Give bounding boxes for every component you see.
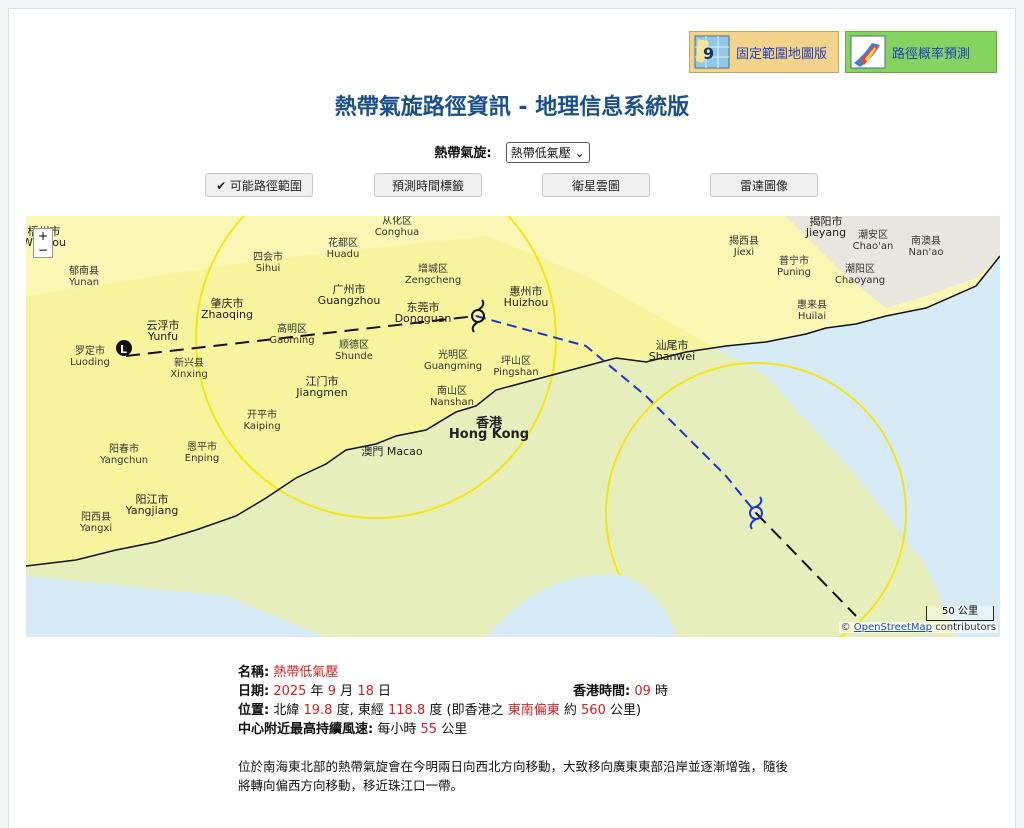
- month-unit: 月: [340, 684, 354, 699]
- zoom-out-button[interactable]: −: [34, 243, 52, 257]
- position-label: 位置:: [238, 703, 270, 718]
- place-label: 东莞市 Dongguan: [394, 301, 452, 325]
- wind-label: 中心附近最高持續風速:: [238, 722, 374, 737]
- satellite-image-label: 衛星雲圖: [571, 178, 620, 193]
- hk-time-label: 香港時間:: [573, 684, 631, 699]
- place-label: 惠州市 Huizhou: [503, 285, 549, 309]
- zoom-control: + −: [33, 228, 53, 258]
- attribution-tail: contributors: [935, 622, 996, 633]
- page-container: 9 固定範圍地圖版 路徑概率預測 熱帶氣旋路徑資訊 - 地理信息系統版 熱帶氣旋…: [8, 8, 1016, 828]
- place-label: 新兴县 Xinxing: [170, 358, 208, 380]
- map-attribution: © OpenStreetMap contributors: [838, 622, 998, 633]
- date-year: 2025: [273, 684, 307, 699]
- fixed-map-icon: 9: [694, 35, 730, 69]
- forecast-description: 位於南海東北部的熱帶氣旋會在今明兩日向西北方向移動，大致移向廣東東部沿岸並逐漸增…: [238, 759, 789, 793]
- longitude: 118.8: [388, 703, 426, 718]
- page-title: 熱帶氣旋路徑資訊 - 地理信息系統版: [334, 95, 690, 120]
- possible-track-range-button[interactable]: ✔ 可能路徑範圍: [205, 173, 313, 197]
- copyright-symbol: ©: [840, 622, 851, 633]
- place-label: 江门市 Jiangmen: [296, 375, 348, 399]
- hk-time: 香港時間: 09 時: [573, 682, 668, 701]
- name-row: 名稱: 熱帶低氣壓: [238, 663, 798, 682]
- hk-time-hour: 09: [634, 684, 651, 699]
- chevron-down-icon: ⌄: [574, 146, 585, 160]
- track-map[interactable]: L 梧州市Wuzhou 从化区Conghua 揭阳市Jieyang 潮安区Cha…: [26, 216, 1000, 637]
- latitude: 19.8: [303, 703, 333, 718]
- svg-text:9: 9: [703, 44, 714, 63]
- satellite-image-button[interactable]: 衛星雲圖: [542, 173, 650, 197]
- possible-track-range-label: ✔ 可能路徑範圍: [216, 178, 302, 193]
- name-value: 熱帶低氣壓: [273, 665, 339, 680]
- place-label: 从化区 Conghua: [374, 216, 420, 238]
- lon-unit: 度 (即香港之: [429, 703, 504, 718]
- lat-unit: 度, 東經: [336, 703, 384, 718]
- cyclone-selector-row: 熱帶氣旋: 熱帶低氣壓 ⌄: [9, 142, 1015, 163]
- forecast-time-labels-label: 預測時間標籤: [391, 178, 464, 193]
- place-label: 罗定市 Luoding: [70, 346, 110, 368]
- scale-bar: 50 公里: [926, 606, 994, 621]
- place-label: 普宁市 Puning: [777, 256, 811, 278]
- place-label-hong-kong: 香港 Hong Kong: [448, 416, 530, 442]
- forecast-time-labels-button[interactable]: 預測時間標籤: [374, 173, 482, 197]
- place-label: 增城区 Zengcheng: [404, 264, 462, 286]
- lat-prefix: 北緯: [273, 703, 300, 718]
- bearing: 東南偏東: [507, 703, 560, 718]
- place-label: 汕尾市 Shanwei: [648, 339, 696, 363]
- place-label: 揭阳市 Jieyang: [805, 216, 847, 239]
- place-label: 开平市 Kaiping: [243, 410, 281, 432]
- place-label: 四会市 Sihui: [253, 252, 283, 274]
- place-label: 南山区 Nanshan: [430, 386, 474, 408]
- zoom-in-button[interactable]: +: [34, 229, 52, 243]
- place-label: 肇庆市 Zhaoqing: [201, 297, 253, 321]
- place-label: 南澳县 Nan'ao: [908, 236, 944, 258]
- track-probability-button[interactable]: 路徑概率預測: [845, 31, 997, 73]
- wind-prefix: 每小時: [377, 722, 417, 737]
- place-label: 阳春市 Yangchun: [99, 444, 149, 466]
- radar-image-button[interactable]: 雷達圖像: [710, 173, 818, 197]
- fixed-area-map-button[interactable]: 9 固定範圍地圖版: [689, 31, 839, 73]
- place-label: 高明区 Gaoming: [269, 324, 315, 346]
- place-label: 潮安区 Chao'an: [852, 230, 894, 252]
- cyclone-info: 名稱: 熱帶低氣壓 日期: 2025 年 9 月 18 日 香港時間: 09 時…: [238, 663, 798, 739]
- date-label: 日期:: [238, 684, 270, 699]
- cyclone-selector-label: 熱帶氣旋:: [434, 146, 492, 161]
- place-label: 云浮市 Yunfu: [146, 319, 180, 343]
- fixed-map-label: 固定範圍地圖版: [736, 46, 828, 62]
- hour-unit: 時: [655, 684, 669, 699]
- day-unit: 日: [378, 684, 392, 699]
- place-label: 光明区 Guangming: [423, 350, 483, 372]
- name-label: 名稱:: [238, 665, 270, 680]
- low-pressure-icon: L: [116, 340, 132, 356]
- place-label: 郁南县 Yunan: [68, 266, 100, 288]
- cyclone-select-value: 熱帶低氣壓: [510, 146, 571, 160]
- place-label: 阳江市 Yangjiang: [125, 493, 179, 517]
- place-label: 花都区 Huadu: [326, 238, 360, 260]
- wind-speed: 55: [420, 722, 438, 737]
- place-label: 潮阳区 Chaoyang: [834, 264, 886, 286]
- wind-row: 中心附近最高持續風速: 每小時 55 公里: [238, 720, 798, 739]
- date-day: 18: [357, 684, 374, 699]
- date-month: 9: [327, 684, 337, 699]
- place-label: 恩平市 Enping: [184, 442, 220, 464]
- distance: 560: [581, 703, 606, 718]
- place-label: 澳門 Macao: [361, 445, 423, 458]
- place-label: 坪山区 Pingshan: [493, 356, 539, 378]
- probability-label: 路徑概率預測: [892, 46, 971, 62]
- place-label: 顺德区 Shunde: [335, 340, 373, 362]
- date-row: 日期: 2025 年 9 月 18 日 香港時間: 09 時: [238, 682, 798, 701]
- distance-prefix: 約: [563, 703, 577, 718]
- place-label: 揭西县 Jiexi: [729, 236, 759, 258]
- probability-icon: [850, 35, 886, 69]
- distance-unit: 公里): [610, 703, 642, 718]
- place-label: 惠来县 Huilai: [797, 300, 827, 322]
- svg-text:L: L: [120, 343, 127, 356]
- position-row: 位置: 北緯 19.8 度, 東經 118.8 度 (即香港之 東南偏東 約 5…: [238, 701, 798, 720]
- radar-image-label: 雷達圖像: [739, 178, 788, 193]
- openstreetmap-link[interactable]: OpenStreetMap: [854, 622, 932, 633]
- place-label: 阳西县 Yangxi: [79, 512, 113, 534]
- wind-unit: 公里: [441, 722, 468, 737]
- cyclone-select[interactable]: 熱帶低氣壓 ⌄: [505, 142, 590, 163]
- place-label: 广州市 Guangzhou: [317, 283, 381, 307]
- year-unit: 年: [310, 684, 324, 699]
